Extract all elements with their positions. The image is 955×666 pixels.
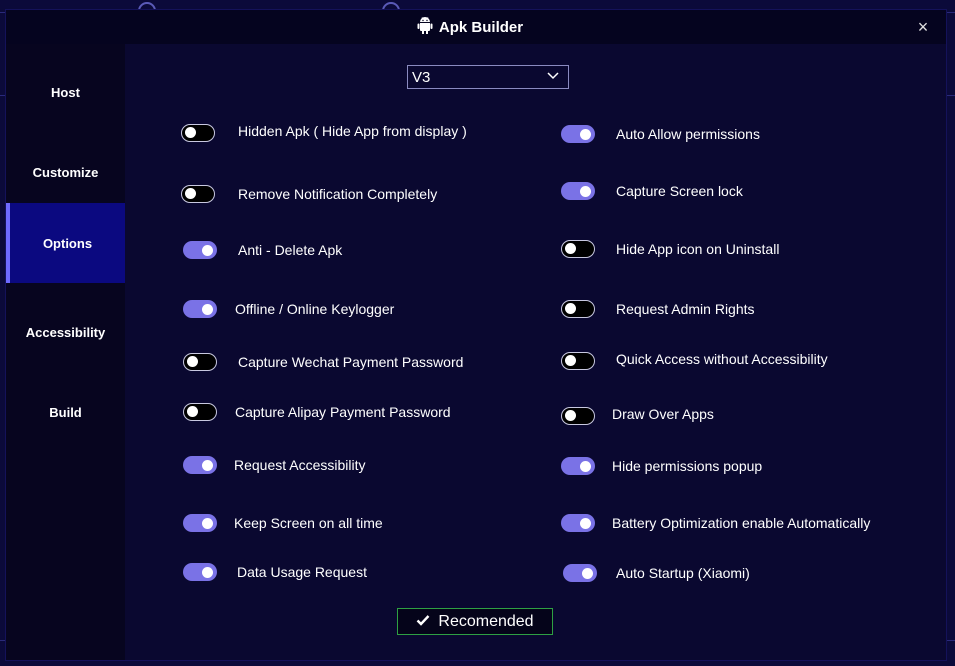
- option-toggle[interactable]: [561, 182, 595, 200]
- title-bar[interactable]: Apk Builder ×: [6, 10, 946, 44]
- background-divider: [946, 95, 955, 96]
- option-auto-allow-permissions: Auto Allow permissions: [561, 122, 760, 146]
- option-toggle[interactable]: [561, 352, 595, 370]
- sidebar-item-accessibility[interactable]: Accessibility: [6, 292, 125, 372]
- options-panel: V3 Hidden Apk ( Hide App from display ) …: [125, 44, 946, 660]
- option-label: Hide permissions popup: [612, 458, 763, 474]
- option-label: Hide App icon on Uninstall: [616, 241, 780, 257]
- option-label: Auto Startup (Xiaomi): [616, 565, 750, 581]
- option-label: Keep Screen on all time: [234, 515, 383, 531]
- option-data-usage: Data Usage Request: [183, 560, 367, 584]
- option-label: Draw Over Apps: [612, 406, 714, 422]
- option-toggle[interactable]: [183, 563, 217, 581]
- android-icon: [417, 16, 433, 39]
- sidebar-item-label: Build: [49, 404, 82, 420]
- option-toggle[interactable]: [561, 407, 595, 425]
- option-hidden-apk: Hidden Apk ( Hide App from display ): [181, 121, 467, 145]
- option-request-accessibility: Request Accessibility: [183, 453, 366, 477]
- option-toggle[interactable]: [561, 300, 595, 318]
- option-label: Capture Wechat Payment Password: [238, 354, 464, 370]
- background-divider: [946, 640, 955, 641]
- option-hide-icon-uninstall: Hide App icon on Uninstall: [561, 237, 779, 261]
- apk-builder-dialog: Apk Builder × Host Customize Options Acc…: [6, 10, 946, 660]
- option-label: Request Accessibility: [234, 457, 366, 473]
- option-toggle[interactable]: [183, 241, 217, 259]
- option-remove-notification: Remove Notification Completely: [181, 182, 437, 206]
- option-auto-startup: Auto Startup (Xiaomi): [563, 561, 750, 585]
- option-quick-access: Quick Access without Accessibility: [561, 349, 828, 373]
- option-label: Offline / Online Keylogger: [235, 301, 395, 317]
- option-label: Capture Screen lock: [616, 183, 743, 199]
- option-label: Capture Alipay Payment Password: [235, 404, 451, 420]
- option-toggle[interactable]: [561, 457, 595, 475]
- close-icon[interactable]: ×: [918, 17, 929, 37]
- option-wechat-password: Capture Wechat Payment Password: [183, 350, 463, 374]
- version-select[interactable]: V3: [407, 65, 569, 89]
- sidebar: Host Customize Options Accessibility Bui…: [6, 44, 125, 660]
- sidebar-item-customize[interactable]: Customize: [6, 132, 125, 212]
- option-label: Data Usage Request: [237, 564, 367, 580]
- option-label: Battery Optimization enable Automaticall…: [612, 515, 871, 531]
- option-toggle[interactable]: [183, 403, 217, 421]
- window-title: Apk Builder: [438, 18, 524, 36]
- check-icon: [416, 613, 430, 631]
- option-toggle[interactable]: [183, 353, 217, 371]
- sidebar-item-options[interactable]: Options: [6, 203, 125, 283]
- recommended-button[interactable]: Recomended: [397, 608, 553, 635]
- sidebar-item-label: Accessibility: [25, 324, 106, 340]
- option-toggle[interactable]: [563, 564, 597, 582]
- option-toggle[interactable]: [181, 185, 215, 203]
- version-select-value: V3: [412, 68, 431, 86]
- option-hide-permissions-popup: Hide permissions popup: [561, 454, 762, 478]
- option-toggle[interactable]: [183, 456, 217, 474]
- sidebar-item-host[interactable]: Host: [6, 52, 125, 132]
- option-request-admin-rights: Request Admin Rights: [561, 297, 755, 321]
- option-toggle[interactable]: [561, 125, 595, 143]
- sidebar-item-label: Host: [51, 84, 80, 100]
- option-capture-screen-lock: Capture Screen lock: [561, 179, 743, 203]
- option-toggle[interactable]: [561, 240, 595, 258]
- option-label: Auto Allow permissions: [616, 126, 760, 142]
- chevron-down-icon: [546, 69, 560, 87]
- close-button[interactable]: ×: [914, 18, 932, 36]
- option-draw-over-apps: Draw Over Apps: [561, 404, 714, 428]
- option-alipay-password: Capture Alipay Payment Password: [183, 400, 451, 424]
- sidebar-item-build[interactable]: Build: [6, 372, 125, 452]
- option-label: Request Admin Rights: [616, 301, 755, 317]
- option-keep-screen-on: Keep Screen on all time: [183, 511, 383, 535]
- option-toggle[interactable]: [183, 514, 217, 532]
- option-toggle[interactable]: [561, 514, 595, 532]
- option-toggle[interactable]: [183, 300, 217, 318]
- sidebar-item-label: Customize: [32, 164, 99, 180]
- option-toggle[interactable]: [181, 124, 215, 142]
- option-label: Hidden Apk ( Hide App from display ): [238, 123, 467, 139]
- sidebar-item-label: Options: [42, 235, 93, 251]
- option-label: Remove Notification Completely: [238, 186, 438, 202]
- option-label: Quick Access without Accessibility: [616, 351, 828, 367]
- option-label: Anti - Delete Apk: [238, 242, 343, 258]
- recommended-button-label: Recomended: [438, 612, 534, 630]
- option-anti-delete: Anti - Delete Apk: [183, 238, 342, 262]
- option-battery-optimization: Battery Optimization enable Automaticall…: [561, 511, 870, 535]
- option-keylogger: Offline / Online Keylogger: [183, 297, 394, 321]
